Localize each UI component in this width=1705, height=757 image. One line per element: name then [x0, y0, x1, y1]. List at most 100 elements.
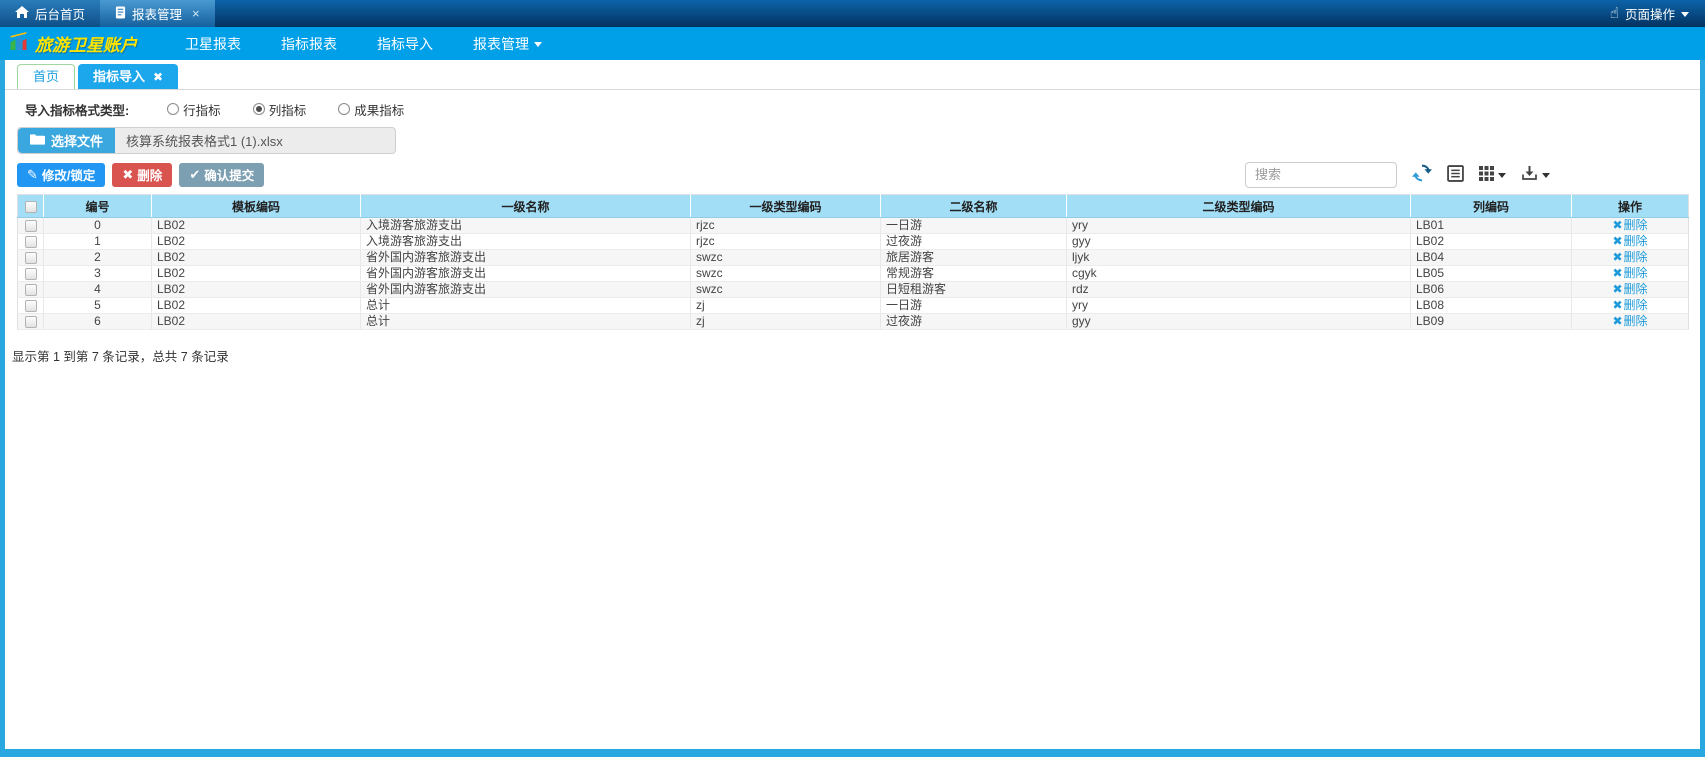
- delete-button[interactable]: ✖ 删除: [112, 163, 172, 187]
- row-delete-link[interactable]: ✖删除: [1612, 234, 1647, 248]
- check-icon: ✔: [189, 167, 200, 183]
- close-icon[interactable]: ✖: [153, 65, 163, 89]
- confirm-submit-label: 确认提交: [204, 165, 254, 184]
- cell-3: 总计: [361, 314, 691, 330]
- row-delete-link[interactable]: ✖删除: [1612, 314, 1647, 328]
- radio-button-icon[interactable]: [253, 103, 265, 115]
- row-select-cell: [18, 266, 44, 282]
- cell-6: gyy: [1067, 234, 1411, 250]
- row-actions-cell: ✖删除: [1572, 234, 1689, 250]
- modify-lock-button[interactable]: ✎ 修改/锁定: [17, 163, 105, 187]
- export-dropdown-button[interactable]: [1521, 165, 1550, 184]
- nav-item-2[interactable]: 指标报表: [261, 27, 357, 60]
- row-checkbox[interactable]: [25, 316, 37, 328]
- row-checkbox[interactable]: [25, 252, 37, 264]
- row-checkbox[interactable]: [25, 236, 37, 248]
- columns-grid-icon: [1479, 166, 1494, 184]
- radio-button-icon[interactable]: [167, 103, 179, 115]
- window-topbar: 后台首页 报表管理 × ☝ 页面操作: [0, 0, 1705, 27]
- row-checkbox[interactable]: [25, 300, 37, 312]
- choose-file-button[interactable]: 选择文件: [18, 128, 115, 153]
- column-header-7[interactable]: 列编码: [1411, 195, 1572, 218]
- toggle-view-button[interactable]: [1447, 165, 1464, 185]
- cell-6: ljyk: [1067, 250, 1411, 266]
- row-checkbox[interactable]: [25, 268, 37, 280]
- record-summary: 显示第 1 到第 7 条记录，总共 7 条记录: [12, 346, 1688, 365]
- column-header-8[interactable]: 操作: [1572, 195, 1689, 218]
- cell-4: rjzc: [691, 218, 881, 234]
- row-delete-link[interactable]: ✖删除: [1612, 282, 1647, 296]
- format-type-row: 导入指标格式类型: 行指标列指标成果指标: [25, 100, 1688, 118]
- cell-6: rdz: [1067, 282, 1411, 298]
- tab-label: 首页: [33, 65, 59, 89]
- row-delete-link[interactable]: ✖删除: [1612, 266, 1647, 280]
- delete-x-icon: ✖: [1612, 266, 1622, 280]
- nav-item-4[interactable]: 报表管理: [453, 27, 562, 60]
- column-header-1[interactable]: 编号: [44, 195, 152, 218]
- row-checkbox[interactable]: [25, 284, 37, 296]
- table-row: 5LB02总计zj一日游yryLB08✖删除: [18, 298, 1689, 314]
- column-header-3[interactable]: 一级名称: [361, 195, 691, 218]
- row-select-cell: [18, 298, 44, 314]
- cell-5: 日短租游客: [881, 282, 1067, 298]
- page-actions-menu[interactable]: ☝ 页面操作: [1594, 0, 1705, 27]
- cell-1: 4: [44, 282, 152, 298]
- topbar-tab-backend-home[interactable]: 后台首页: [0, 0, 100, 27]
- cell-5: 过夜游: [881, 234, 1067, 250]
- delete-x-icon: ✖: [1612, 314, 1622, 328]
- table-body: 0LB02入境游客旅游支出rjzc一日游yryLB01✖删除1LB02入境游客旅…: [18, 218, 1689, 330]
- tab-indicator-import[interactable]: 指标导入 ✖: [78, 64, 178, 89]
- format-radio-2[interactable]: 列指标: [253, 100, 307, 119]
- cell-2: LB02: [152, 298, 361, 314]
- cell-7: LB06: [1411, 282, 1572, 298]
- row-delete-link[interactable]: ✖删除: [1612, 250, 1647, 264]
- cell-5: 一日游: [881, 298, 1067, 314]
- column-header-5[interactable]: 二级名称: [881, 195, 1067, 218]
- column-header-6[interactable]: 二级类型编码: [1067, 195, 1411, 218]
- cell-1: 1: [44, 234, 152, 250]
- caret-down-icon: [534, 42, 542, 51]
- nav-item-label: 指标导入: [377, 34, 433, 54]
- topbar-tab-label: 后台首页: [35, 4, 85, 23]
- columns-dropdown-button[interactable]: [1479, 166, 1506, 184]
- brand[interactable]: 旅游卫星账户: [0, 31, 147, 56]
- row-delete-label: 删除: [1624, 234, 1648, 248]
- cell-2: LB02: [152, 266, 361, 282]
- format-radio-1[interactable]: 行指标: [167, 100, 221, 119]
- search-input[interactable]: [1245, 162, 1397, 188]
- close-icon[interactable]: ×: [192, 6, 200, 21]
- row-checkbox[interactable]: [25, 220, 37, 232]
- cell-5: 过夜游: [881, 314, 1067, 330]
- radio-button-icon[interactable]: [338, 103, 350, 115]
- cell-4: swzc: [691, 266, 881, 282]
- row-select-cell: [18, 234, 44, 250]
- nav-item-label: 卫星报表: [185, 34, 241, 54]
- row-delete-link[interactable]: ✖删除: [1612, 298, 1647, 312]
- column-header-2[interactable]: 模板编码: [152, 195, 361, 218]
- cell-3: 省外国内游客旅游支出: [361, 282, 691, 298]
- nav-item-3[interactable]: 指标导入: [357, 27, 453, 60]
- brand-title: 旅游卫星账户: [35, 31, 137, 56]
- tab-home[interactable]: 首页: [17, 64, 75, 89]
- confirm-submit-button[interactable]: ✔ 确认提交: [179, 163, 264, 187]
- row-delete-link[interactable]: ✖删除: [1612, 218, 1647, 232]
- home-icon: [15, 6, 29, 21]
- row-select-cell: [18, 314, 44, 330]
- row-delete-label: 删除: [1624, 314, 1648, 328]
- format-radio-3[interactable]: 成果指标: [338, 100, 404, 119]
- brand-logo-icon: [8, 31, 29, 56]
- hand-pointer-icon: ☝: [1610, 6, 1619, 21]
- cell-1: 5: [44, 298, 152, 314]
- refresh-icon: [1412, 163, 1432, 186]
- format-type-radio-group: 行指标 列指标 成果指标: [167, 100, 436, 119]
- page-actions-label: 页面操作: [1625, 4, 1675, 23]
- cell-4: rjzc: [691, 234, 881, 250]
- table-row: 4LB02省外国内游客旅游支出swzc日短租游客rdzLB06✖删除: [18, 282, 1689, 298]
- refresh-button[interactable]: [1412, 163, 1432, 186]
- row-actions-cell: ✖删除: [1572, 282, 1689, 298]
- caret-down-icon: [1681, 12, 1689, 21]
- column-header-4[interactable]: 一级类型编码: [691, 195, 881, 218]
- topbar-tab-report-management[interactable]: 报表管理 ×: [100, 0, 215, 27]
- select-all-checkbox[interactable]: [25, 201, 37, 213]
- nav-item-1[interactable]: 卫星报表: [165, 27, 261, 60]
